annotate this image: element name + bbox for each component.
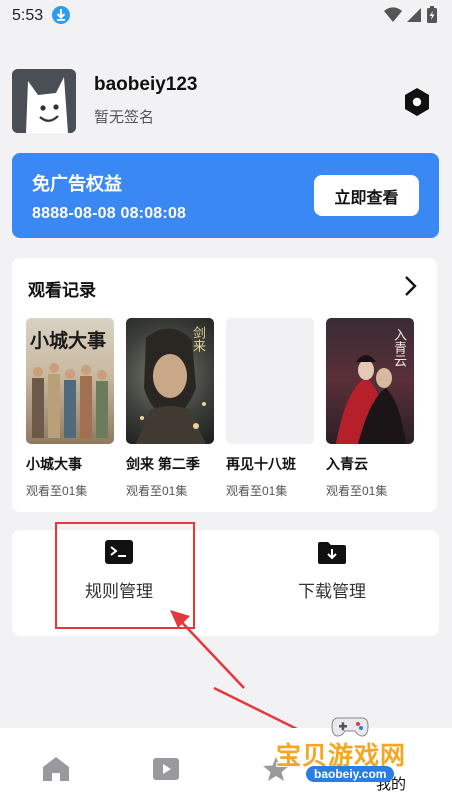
status-bar: 5:53 [0, 0, 452, 32]
play-icon [153, 758, 179, 780]
nav-favorites[interactable] [262, 756, 292, 784]
username: baobeiy123 [94, 74, 198, 95]
poster-image: 小城大事 [26, 318, 114, 444]
signature[interactable]: 暂无签名 [94, 106, 154, 127]
rules-management-button[interactable]: 规则管理 [12, 530, 225, 636]
terminal-icon [105, 540, 133, 564]
star-icon [263, 757, 289, 781]
tools-card: 规则管理 下载管理 [12, 530, 439, 636]
history-item-title: 小城大事 [26, 456, 82, 472]
chevron-right-icon [405, 276, 417, 296]
ad-free-title: 免广告权益 [32, 174, 122, 194]
watch-history-card: 观看记录 小城大事 小城大事 观看至01集 剑来 剑来 第二季 观看至01集 再… [12, 258, 437, 512]
poster-title-text: 剑来 [191, 326, 206, 352]
history-item-progress: 观看至01集 [126, 484, 188, 498]
history-item[interactable]: 剑来 剑来 第二季 观看至01集 [126, 318, 214, 499]
gear-icon [405, 88, 429, 116]
view-now-button[interactable]: 立即查看 [314, 175, 419, 216]
history-item-progress: 观看至01集 [326, 484, 388, 498]
nav-videos[interactable] [152, 756, 182, 784]
download-management-label: 下载管理 [298, 582, 366, 601]
rules-management-label: 规则管理 [85, 582, 153, 601]
watch-history-title: 观看记录 [28, 281, 96, 300]
history-item-progress: 观看至01集 [226, 484, 288, 498]
history-item[interactable]: 再见十八班 观看至01集 [226, 318, 314, 499]
download-folder-icon [318, 542, 346, 564]
status-indicators [384, 6, 438, 24]
home-icon [43, 757, 69, 781]
download-notification-icon [52, 6, 70, 24]
poster-placeholder [226, 318, 314, 444]
history-item[interactable]: 入青云 入青云 观看至01集 [326, 318, 414, 499]
avatar[interactable] [12, 69, 76, 133]
history-item-title: 剑来 第二季 [126, 456, 200, 472]
history-item[interactable]: 小城大事 小城大事 观看至01集 [26, 318, 114, 499]
history-item-progress: 观看至01集 [26, 484, 88, 498]
history-more-button[interactable] [398, 274, 422, 298]
nav-home[interactable] [42, 756, 72, 784]
poster-title-text: 小城大事 [30, 331, 107, 352]
status-time: 5:53 [12, 7, 44, 24]
ad-free-banner[interactable]: 免广告权益 8888-08-08 08:08:08 立即查看 [12, 153, 439, 238]
ad-free-expiry: 8888-08-08 08:08:08 [32, 205, 187, 222]
signal-icon [407, 8, 421, 22]
history-item-title: 入青云 [326, 456, 368, 472]
poster-title-text: 入青云 [392, 328, 407, 367]
poster-image: 入青云 [326, 318, 414, 444]
cat-avatar-icon [12, 69, 76, 133]
download-management-button[interactable]: 下载管理 [225, 530, 438, 636]
battery-icon [427, 6, 437, 23]
history-item-title: 再见十八班 [226, 456, 296, 472]
history-list: 小城大事 小城大事 观看至01集 剑来 剑来 第二季 观看至01集 再见十八班 … [26, 318, 426, 498]
settings-button[interactable] [400, 85, 434, 119]
nav-mine-label[interactable]: 我的 [376, 773, 406, 794]
poster-image: 剑来 [126, 318, 214, 444]
wifi-icon [384, 7, 402, 23]
